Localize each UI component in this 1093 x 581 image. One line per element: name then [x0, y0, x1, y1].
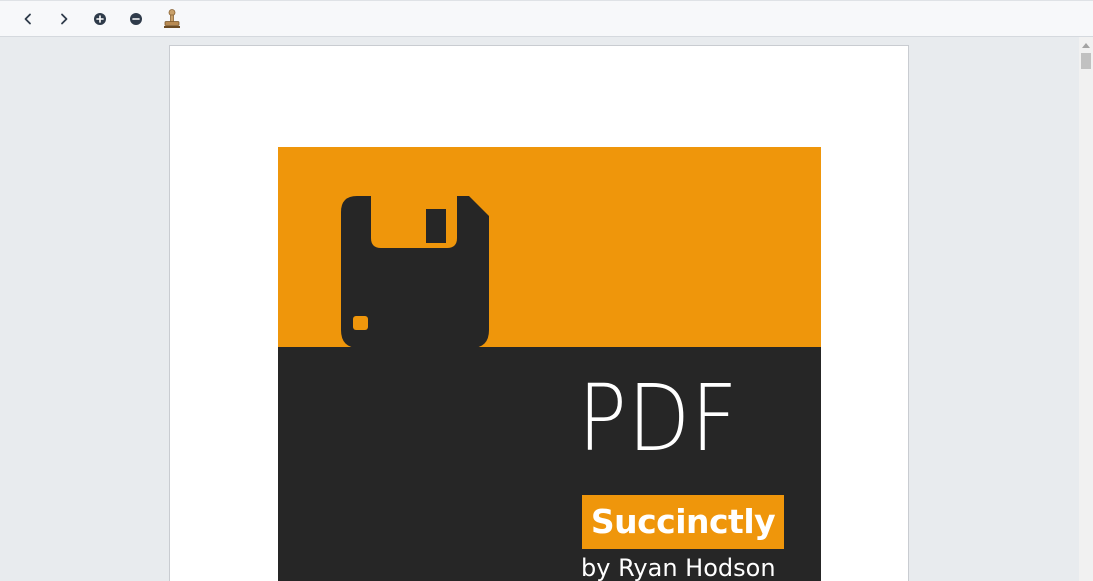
cover-author: by Ryan Hodson [581, 554, 776, 581]
next-page-button[interactable] [52, 7, 76, 31]
chevron-right-icon [61, 13, 68, 25]
zoom-out-button[interactable] [124, 7, 148, 31]
zoom-in-button[interactable] [88, 7, 112, 31]
plus-circle-icon [94, 13, 106, 25]
previous-page-button[interactable] [16, 7, 40, 31]
vertical-scrollbar[interactable] [1079, 37, 1093, 581]
minus-circle-icon [130, 13, 142, 25]
stamp-icon [164, 9, 180, 28]
toolbar [0, 0, 1093, 37]
scroll-up-arrow-icon[interactable] [1082, 43, 1090, 48]
scroll-thumb[interactable] [1081, 53, 1091, 69]
stamp-button[interactable] [160, 7, 184, 31]
pdf-page: PDF Succinctly by Ryan Hodson [169, 45, 909, 581]
document-viewer[interactable]: PDF Succinctly by Ryan Hodson [0, 37, 1079, 581]
cover-series-badge: Succinctly [582, 495, 784, 549]
floppy-disk-icon [341, 196, 489, 348]
cover-title: PDF [578, 365, 739, 472]
book-cover: PDF Succinctly by Ryan Hodson [278, 147, 821, 581]
chevron-left-icon [24, 13, 31, 25]
